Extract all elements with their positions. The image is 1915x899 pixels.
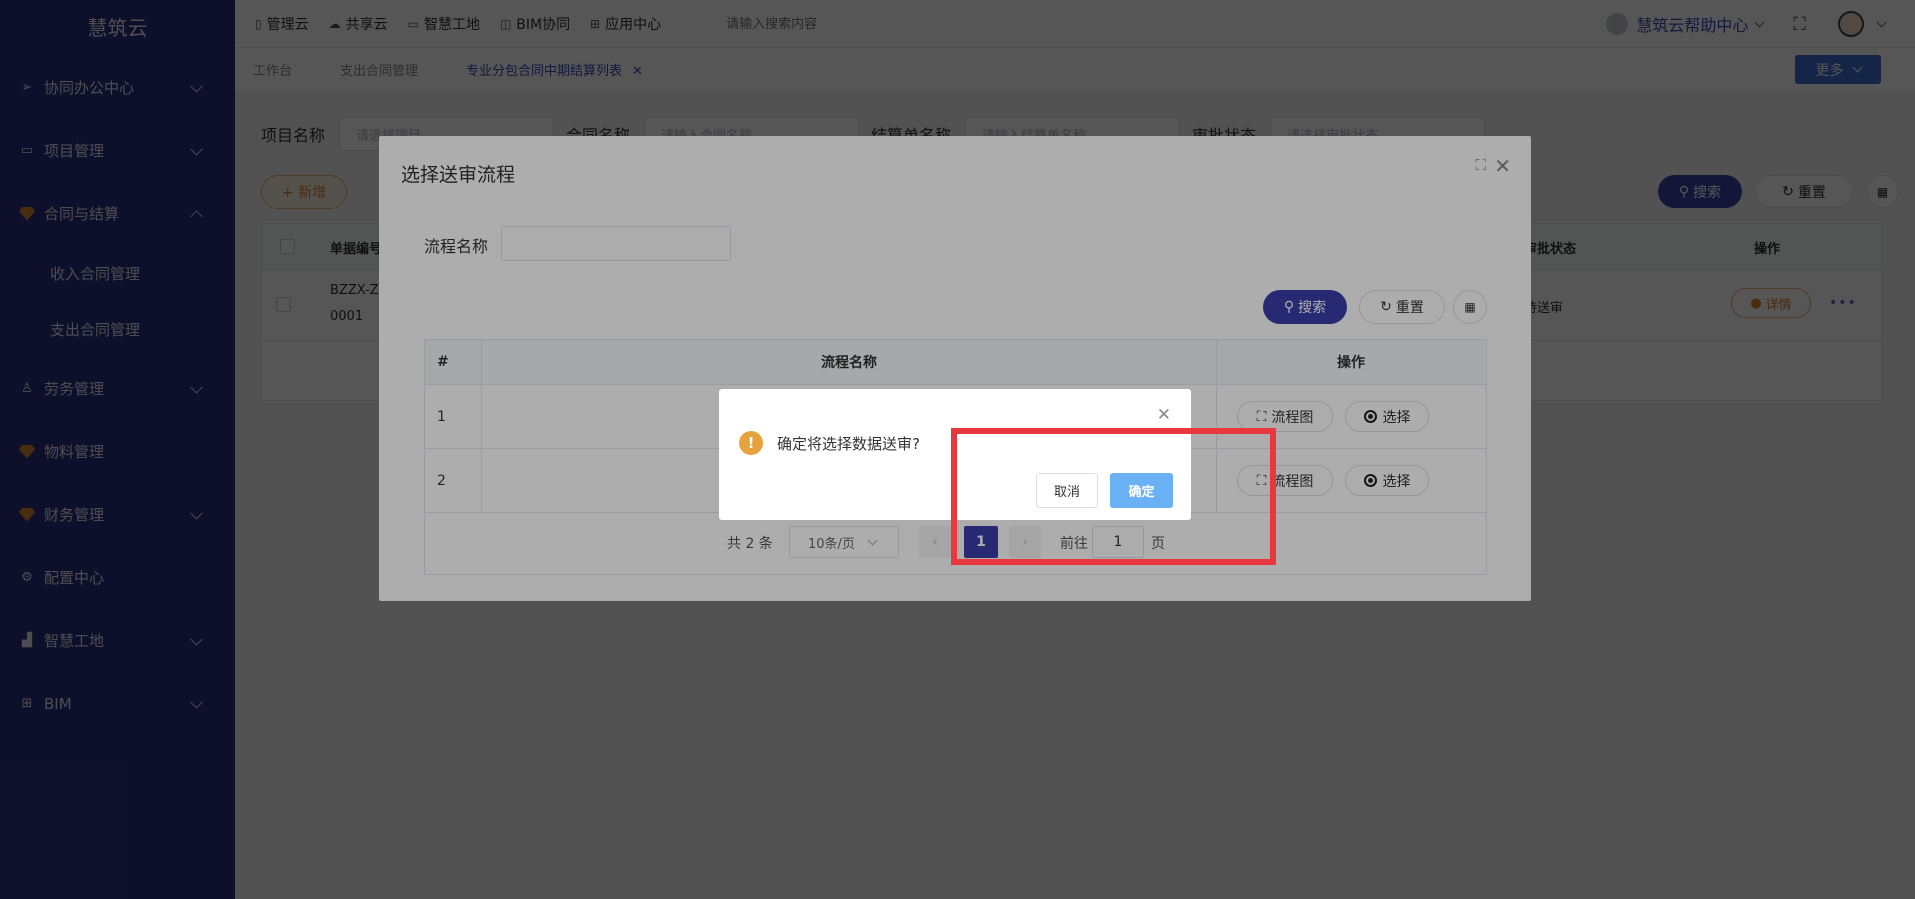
warning-icon: ! [739,431,763,455]
confirm-message: 确定将选择数据送审? [777,435,920,453]
annotation-highlight-box [951,428,1276,565]
close-icon[interactable]: ✕ [1157,405,1171,425]
